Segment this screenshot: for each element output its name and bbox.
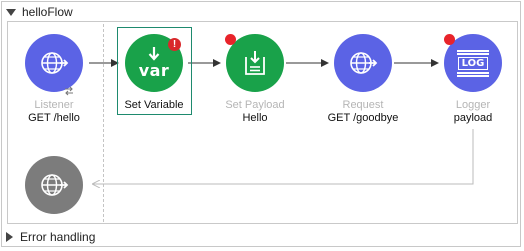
set-variable-type-label: Set Variable xyxy=(124,99,184,111)
globe-arrow-icon xyxy=(41,52,69,74)
logger-value-label: payload xyxy=(453,112,493,124)
expand-error-handling-icon[interactable] xyxy=(6,232,13,242)
set-payload-component[interactable]: Set Payload Hello xyxy=(216,34,294,125)
bidirectional-icon xyxy=(65,86,73,96)
error-badge-icon[interactable]: ! xyxy=(168,38,181,51)
listener-type-label: Listener xyxy=(34,99,74,111)
globe-arrow-icon xyxy=(350,52,378,74)
set-variable-component[interactable]: var ! Set Variable xyxy=(115,34,193,112)
logger-type-label: Logger xyxy=(455,99,491,111)
down-arrow-icon xyxy=(148,46,160,61)
listener-component[interactable]: Listener GET /hello xyxy=(15,34,93,125)
request-path-label: GET /goodbye xyxy=(327,112,399,124)
request-icon-circle xyxy=(334,34,392,92)
breakpoint-marker-icon[interactable] xyxy=(225,34,236,45)
log-icon: LOG xyxy=(455,49,491,77)
listener-icon-circle xyxy=(25,34,83,92)
return-path xyxy=(93,129,474,184)
request-component[interactable]: Request GET /goodbye xyxy=(324,34,402,125)
flow-canvas: helloFlow Listener GET /hello var ! Set … xyxy=(1,1,521,247)
error-handling-label: Error handling xyxy=(20,230,96,244)
error-handling-section[interactable]: Error handling xyxy=(6,230,95,244)
var-icon-text: var xyxy=(138,60,170,80)
listener-path-label: GET /hello xyxy=(28,112,80,124)
set-payload-value-label: Hello xyxy=(242,112,268,124)
logger-component[interactable]: LOG Logger payload xyxy=(434,34,512,125)
log-icon-text: LOG xyxy=(457,56,489,70)
globe-arrow-icon xyxy=(41,174,69,196)
breakpoint-marker-icon[interactable] xyxy=(444,34,455,45)
response-icon-circle xyxy=(25,156,83,214)
response-component[interactable] xyxy=(15,156,93,214)
set-payload-type-label: Set Payload xyxy=(225,99,285,111)
set-payload-icon xyxy=(245,51,265,75)
request-type-label: Request xyxy=(342,99,384,111)
